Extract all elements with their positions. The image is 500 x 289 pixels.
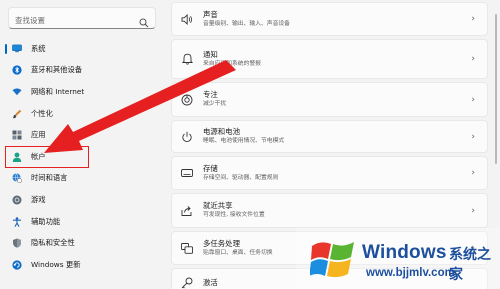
- sidebar-item-label: 系统: [31, 43, 46, 53]
- windows-logo-icon: [310, 242, 354, 278]
- card-title: 激活: [203, 278, 218, 287]
- sidebar-item-windows-update[interactable]: Windows 更新: [0, 254, 165, 276]
- sidebar-item-system[interactable]: 系统: [0, 38, 165, 60]
- sidebar-item-label: 游戏: [31, 194, 46, 204]
- sidebar-item-network[interactable]: 网络和 Internet: [0, 81, 165, 103]
- brush-icon: [12, 109, 22, 119]
- card-storage[interactable]: 存储 存储空间、驱动器、配置规则 ›: [171, 156, 488, 190]
- sidebar-item-label: 网络和 Internet: [31, 86, 85, 96]
- scrollbar[interactable]: [495, 14, 497, 164]
- watermark-cn: 系统之家: [449, 247, 491, 283]
- sidebar-item-accounts[interactable]: 帐户: [5, 145, 89, 168]
- card-focus[interactable]: 专注 减少干扰 ›: [171, 82, 488, 117]
- card-subtitle: 存储空间、驱动器、配置规则: [203, 174, 279, 181]
- sidebar-item-time-language[interactable]: 时间和语言: [0, 168, 165, 190]
- gamepad-icon: [12, 195, 22, 205]
- key-icon: [181, 277, 193, 289]
- chevron-right-icon: ›: [471, 14, 475, 24]
- sidebar-nav: 系统 蓝牙和其他设备 网络和 Internet 个性化 应用 帐户 时间和语言 …: [0, 38, 165, 276]
- sidebar: 系统 蓝牙和其他设备 网络和 Internet 个性化 应用: [0, 0, 165, 289]
- card-title: 就近共享: [203, 201, 233, 210]
- sidebar-item-label: 个性化: [31, 108, 53, 118]
- sidebar-item-privacy[interactable]: 隐私和安全性: [0, 232, 165, 254]
- card-subtitle: 音量级别、输出、输入、声音设备: [203, 20, 290, 27]
- sidebar-item-label: 辅助功能: [31, 216, 61, 226]
- monitor-icon: [12, 44, 22, 54]
- search-box[interactable]: [8, 7, 156, 32]
- bell-icon: [181, 53, 193, 65]
- account-icon: [12, 152, 22, 162]
- watermark: Windows 系统之家 www.bjjmlv.com: [296, 228, 500, 289]
- card-title: 存储: [203, 163, 218, 173]
- card-subtitle: 睡眠、电池使用情况、节电模式: [203, 138, 285, 144]
- card-subtitle: 贴靠窗口、桌面、任务切换: [203, 249, 273, 256]
- chevron-right-icon: ›: [471, 205, 475, 216]
- card-subtitle: 来自应用和系统的警报: [203, 60, 261, 67]
- chevron-right-icon: ›: [471, 54, 475, 64]
- sidebar-item-accessibility[interactable]: 辅助功能: [0, 211, 165, 233]
- shield-icon: [12, 238, 22, 248]
- share-icon: [181, 205, 193, 217]
- chevron-right-icon: ›: [471, 168, 475, 178]
- bluetooth-icon: [12, 65, 22, 75]
- chevron-right-icon: ›: [471, 94, 475, 105]
- sidebar-item-label: 帐户: [31, 151, 46, 161]
- power-icon: [181, 131, 193, 143]
- sidebar-item-bluetooth[interactable]: 蓝牙和其他设备: [0, 60, 165, 82]
- card-title: 电源和电池: [203, 127, 240, 136]
- card-nearby-sharing[interactable]: 就近共享 可发现性, 接收文件位置 ›: [171, 193, 488, 228]
- sidebar-item-label: 蓝牙和其他设备: [31, 65, 83, 75]
- watermark-brand: Windows: [362, 242, 447, 263]
- apps-icon: [12, 130, 22, 140]
- storage-icon: [181, 167, 193, 179]
- accessibility-icon: [12, 216, 22, 227]
- sidebar-item-label: 时间和语言: [31, 173, 68, 183]
- card-power-battery[interactable]: 电源和电池 睡眠、电池使用情况、节电模式 ›: [171, 120, 488, 153]
- card-title: 多任务处理: [203, 238, 240, 248]
- sidebar-item-apps[interactable]: 应用: [0, 124, 165, 146]
- multitask-icon: [181, 242, 193, 254]
- card-subtitle: 减少干扰: [203, 101, 227, 107]
- card-title: 通知: [203, 49, 218, 59]
- search-input[interactable]: [9, 10, 129, 31]
- speaker-icon: [181, 13, 193, 25]
- sidebar-item-label: 应用: [31, 130, 46, 140]
- globe-clock-icon: [12, 173, 22, 184]
- card-sound[interactable]: 声音 音量级别、输出、输入、声音设备 ›: [171, 2, 488, 36]
- card-subtitle: 可发现性, 接收文件位置: [203, 212, 265, 218]
- sidebar-item-label: Windows 更新: [31, 259, 81, 269]
- card-title: 声音: [203, 9, 218, 19]
- card-notifications[interactable]: 通知 来自应用和系统的警报 ›: [171, 39, 488, 79]
- sidebar-item-label: 隐私和安全性: [31, 238, 75, 248]
- wifi-icon: [12, 87, 22, 97]
- focus-icon: [181, 94, 193, 106]
- sidebar-item-personalization[interactable]: 个性化: [0, 103, 165, 125]
- update-icon: [12, 260, 22, 270]
- search-icon[interactable]: [139, 13, 149, 32]
- watermark-url: www.bjjmlv.com: [366, 267, 455, 279]
- card-title: 专注: [203, 90, 218, 99]
- chevron-right-icon: ›: [471, 131, 475, 142]
- sidebar-item-gaming[interactable]: 游戏: [0, 189, 165, 211]
